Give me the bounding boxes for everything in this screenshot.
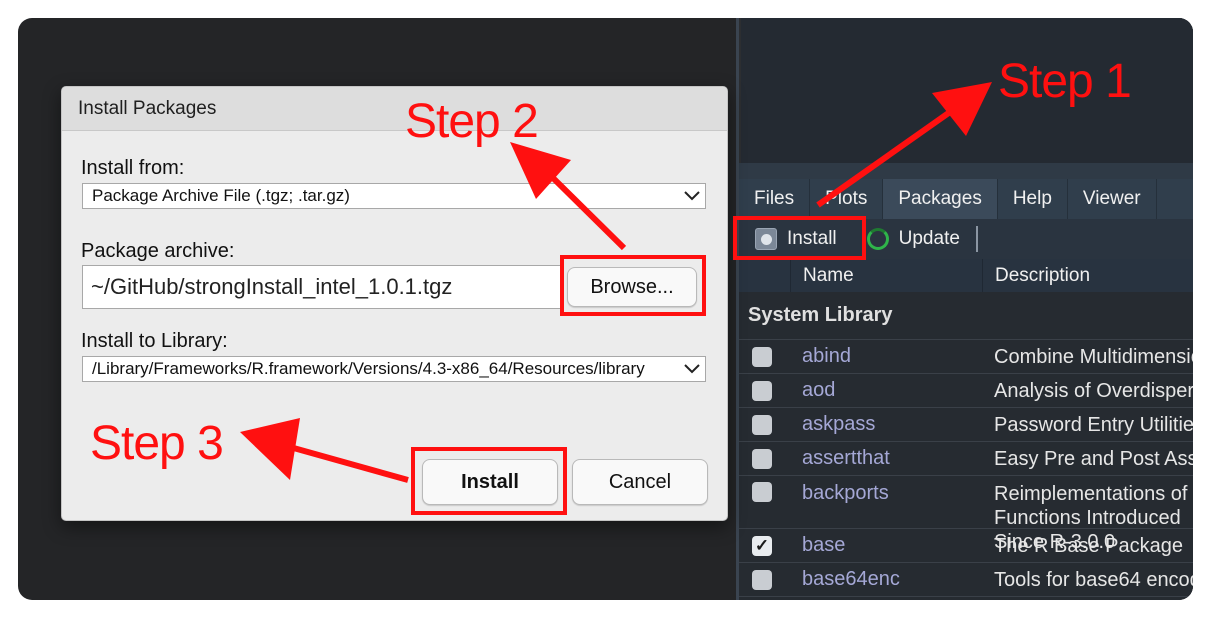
dialog-title: Install Packages bbox=[62, 87, 727, 131]
table-row: ✓ base The R Base Package bbox=[739, 529, 1193, 563]
tab-viewer[interactable]: Viewer bbox=[1068, 179, 1157, 219]
package-archive-label: Package archive: bbox=[81, 240, 235, 262]
package-checkbox[interactable] bbox=[752, 346, 772, 367]
install-from-label: Install from: bbox=[81, 157, 185, 179]
package-checkbox[interactable] bbox=[752, 414, 772, 435]
package-checkbox-checked[interactable]: ✓ bbox=[752, 535, 772, 556]
update-packages-button[interactable]: Update bbox=[857, 222, 970, 256]
package-description: Analysis of Overdispersed Data bbox=[994, 379, 1193, 402]
tab-plots[interactable]: Plots bbox=[810, 179, 884, 219]
table-row: assertthat Easy Pre and Post Assertions bbox=[739, 442, 1193, 476]
table-row: aod Analysis of Overdispersed Data bbox=[739, 374, 1193, 408]
package-checkbox[interactable] bbox=[752, 482, 772, 502]
tab-files[interactable]: Files bbox=[739, 179, 811, 219]
chevron-down-icon bbox=[679, 364, 705, 374]
update-icon bbox=[866, 228, 889, 250]
table-row: backports Reimplementations of Functions… bbox=[739, 476, 1193, 553]
pane-tabbar: Files Plots Packages Help Viewer bbox=[739, 179, 1193, 219]
install-to-library-select[interactable]: /Library/Frameworks/R.framework/Versions… bbox=[82, 356, 706, 382]
package-description: Password Entry Utilities bbox=[994, 413, 1193, 436]
table-row: askpass Password Entry Utilities bbox=[739, 408, 1193, 442]
package-checkbox[interactable] bbox=[752, 569, 772, 590]
step2-label: Step 2 bbox=[405, 95, 539, 148]
column-header-check bbox=[739, 259, 791, 292]
pane-gap bbox=[739, 163, 1193, 179]
package-checkbox[interactable] bbox=[752, 380, 772, 401]
tab-packages[interactable]: Packages bbox=[883, 179, 998, 219]
package-checkbox[interactable] bbox=[752, 448, 772, 469]
package-description: Tools for base64 encoding bbox=[994, 568, 1193, 591]
table-row: base64enc Tools for base64 encoding bbox=[739, 563, 1193, 597]
column-header-name[interactable]: Name bbox=[791, 259, 983, 292]
install-from-value: Package Archive File (.tgz; .tar.gz) bbox=[92, 186, 350, 205]
package-name-link[interactable]: assertthat bbox=[802, 447, 994, 470]
install-from-select[interactable]: Package Archive File (.tgz; .tar.gz) bbox=[82, 183, 706, 209]
package-name-link[interactable]: base bbox=[802, 534, 994, 557]
package-description: Combine Multidimensional Arrays bbox=[994, 345, 1193, 368]
step1-highlight-box bbox=[733, 216, 866, 260]
cancel-button[interactable]: Cancel bbox=[572, 459, 708, 505]
package-name-link[interactable]: abind bbox=[802, 345, 994, 368]
package-name-link[interactable]: base64enc bbox=[802, 568, 994, 591]
update-label: Update bbox=[898, 228, 960, 249]
install-to-library-label: Install to Library: bbox=[81, 330, 228, 352]
package-description: The R Base Package bbox=[994, 534, 1183, 557]
toolbar-separator bbox=[975, 226, 978, 252]
package-description: Easy Pre and Post Assertions bbox=[994, 447, 1193, 470]
column-header-description[interactable]: Description bbox=[983, 259, 1193, 292]
chevron-down-icon bbox=[679, 191, 705, 201]
table-row: abind Combine Multidimensional Arrays bbox=[739, 340, 1193, 374]
install-to-library-value: /Library/Frameworks/R.framework/Versions… bbox=[92, 359, 645, 378]
package-archive-field[interactable]: ~/GitHub/strongInstall_intel_1.0.1.tgz bbox=[82, 265, 562, 309]
section-title: System Library bbox=[739, 292, 1193, 340]
step3-label: Step 3 bbox=[90, 417, 224, 470]
package-name-link[interactable]: backports bbox=[802, 482, 994, 505]
tab-help[interactable]: Help bbox=[998, 179, 1068, 219]
packages-table-header: Name Description bbox=[739, 259, 1193, 292]
step2-highlight-box bbox=[560, 255, 706, 316]
package-name-link[interactable]: askpass bbox=[802, 413, 994, 436]
packages-list: System Library abind Combine Multidimens… bbox=[739, 292, 1193, 600]
step3-highlight-box bbox=[411, 447, 567, 515]
package-name-link[interactable]: aod bbox=[802, 379, 994, 402]
step1-label: Step 1 bbox=[998, 55, 1132, 108]
